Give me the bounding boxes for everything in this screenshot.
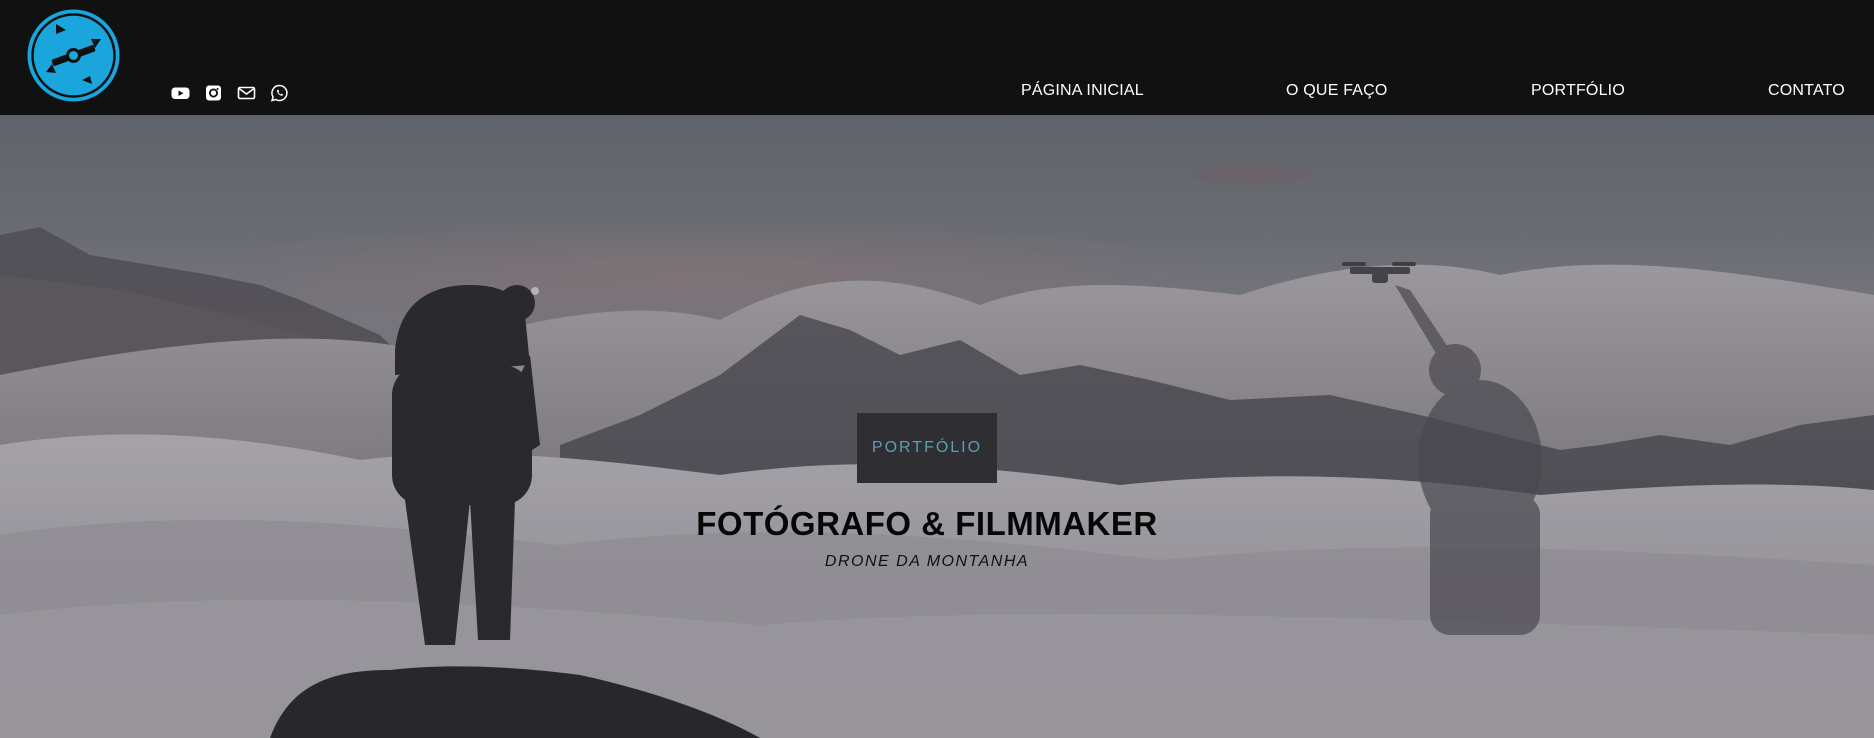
nav-item-services[interactable]: O QUE FAÇO (1286, 82, 1388, 100)
hero-section: PORTFÓLIO FOTÓGRAFO & FILMMAKER DRONE DA… (0, 115, 1874, 738)
nav-item-home[interactable]: PÁGINA INICIAL (1021, 82, 1144, 100)
site-header: PÁGINA INICIAL O QUE FAÇO PORTFÓLIO CONT… (0, 0, 1874, 115)
nav-item-portfolio[interactable]: PORTFÓLIO (1531, 82, 1625, 100)
nav-item-contact[interactable]: CONTATO (1768, 82, 1845, 100)
hero-title: FOTÓGRAFO & FILMMAKER (696, 505, 1158, 542)
main-nav: PÁGINA INICIAL O QUE FAÇO PORTFÓLIO CONT… (0, 82, 1874, 104)
portfolio-button[interactable]: PORTFÓLIO (857, 413, 997, 483)
hero-subtitle: DRONE DA MONTANHA (824, 553, 1030, 570)
